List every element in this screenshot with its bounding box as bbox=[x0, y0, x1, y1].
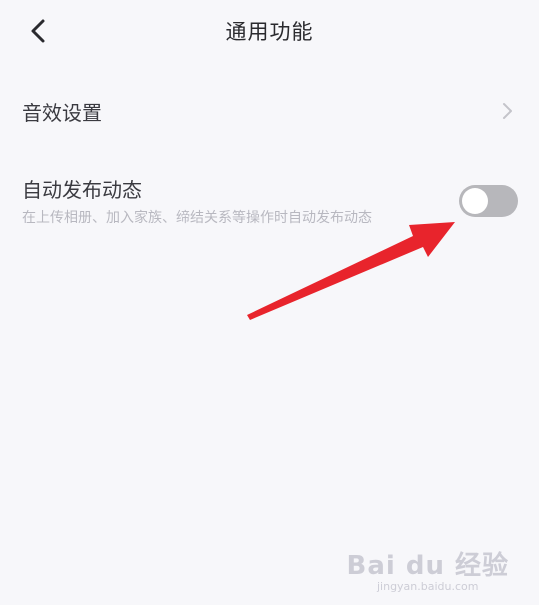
sound-settings-row[interactable]: 音效设置 bbox=[0, 80, 539, 142]
page-title: 通用功能 bbox=[225, 20, 314, 44]
toggle-knob bbox=[462, 188, 488, 214]
baidu-watermark: Bai du 经验 jingyan.baidu.com bbox=[347, 545, 510, 593]
screen: 通用功能 音效设置 自动发布动态 在上传相册、加入家族、缔结关系等操作时自动发布… bbox=[0, 0, 539, 605]
sound-settings-label: 音效设置 bbox=[22, 101, 102, 125]
auto-post-description: 在上传相册、加入家族、缔结关系等操作时自动发布动态 bbox=[22, 210, 372, 226]
watermark-logo: Bai du 经验 bbox=[346, 551, 509, 581]
header: 通用功能 bbox=[0, 0, 539, 62]
chevron-right-icon bbox=[497, 99, 517, 123]
auto-post-label: 自动发布动态 bbox=[22, 178, 142, 202]
auto-post-toggle[interactable] bbox=[459, 185, 518, 217]
